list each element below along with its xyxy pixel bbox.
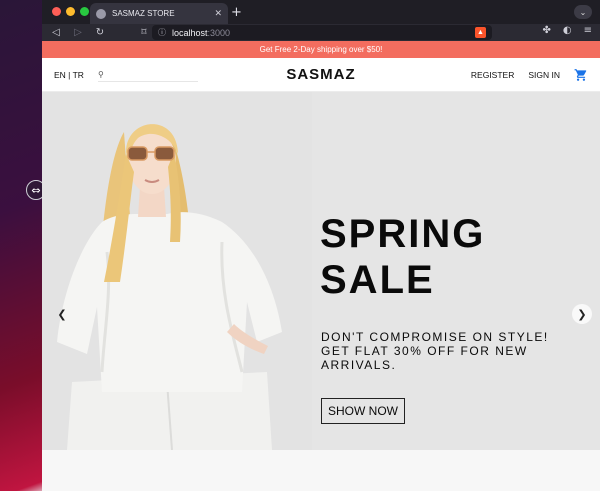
close-tab-icon[interactable]: ✕ — [214, 8, 222, 19]
new-tab-button[interactable]: + — [231, 5, 242, 20]
url-host: localhost — [172, 27, 208, 38]
site-header: EN | TR ⚲ SASMAZ REGISTER SIGN IN — [42, 58, 600, 92]
back-button[interactable]: ◁ — [50, 27, 62, 38]
reload-button[interactable]: ↻ — [94, 27, 106, 38]
chevron-left-icon: ❮ — [57, 307, 67, 321]
header-nav: REGISTER SIGN IN — [471, 68, 588, 82]
private-mode-icon[interactable]: ◐ — [563, 25, 572, 36]
extensions-icon[interactable]: ✤ — [542, 25, 550, 36]
promo-banner: Get Free 2-Day shipping over $50! — [42, 41, 600, 58]
hero-carousel: ❮ ❯ SPRING SALE DON'T COMPROMISE ON STYL… — [42, 92, 600, 450]
signin-link[interactable]: SIGN IN — [528, 70, 560, 80]
brave-shield-icon[interactable]: ▲ — [475, 27, 486, 38]
hero-subtitle: DON'T COMPROMISE ON STYLE! GET FLAT 30% … — [321, 330, 549, 372]
site-info-icon[interactable]: ⓘ — [158, 27, 166, 38]
tab-strip: SASMAZ STORE ✕ + ⌄ — [42, 0, 600, 24]
maximize-window-button[interactable] — [80, 7, 89, 16]
register-link[interactable]: REGISTER — [471, 70, 514, 80]
page-viewport: Get Free 2-Day shipping over $50! EN | T… — [42, 41, 600, 491]
chevron-right-icon: ❯ — [577, 307, 587, 321]
close-window-button[interactable] — [52, 7, 61, 16]
bookmark-icon[interactable]: ⌑ — [138, 27, 150, 38]
below-hero-section — [42, 450, 600, 491]
url-port: :3000 — [207, 27, 231, 38]
address-bar[interactable]: ⓘ localhost:3000 ▲ — [152, 25, 492, 40]
toolbar-right: ✤ ◐ ≡ — [542, 25, 592, 36]
language-switcher[interactable]: EN | TR — [54, 70, 84, 80]
menu-icon[interactable]: ≡ — [584, 25, 592, 36]
cart-icon[interactable] — [574, 68, 588, 82]
search-icon: ⚲ — [98, 70, 104, 79]
carousel-prev-button[interactable]: ❮ — [52, 304, 72, 324]
minimize-window-button[interactable] — [66, 7, 75, 16]
search-box[interactable]: ⚲ — [98, 68, 198, 82]
browser-window: SASMAZ STORE ✕ + ⌄ ◁ ▷ ↻ ⌑ ⓘ localhost:3… — [42, 0, 600, 491]
tab-list-button[interactable]: ⌄ — [574, 5, 592, 19]
tab-title: SASMAZ STORE — [112, 9, 175, 18]
hero-model-image — [42, 92, 312, 450]
browser-toolbar: ◁ ▷ ↻ ⌑ ⓘ localhost:3000 ▲ ✤ ◐ ≡ — [42, 24, 600, 41]
search-input[interactable] — [107, 70, 188, 79]
window-controls — [52, 7, 89, 16]
show-now-button[interactable]: SHOW NOW — [321, 398, 405, 424]
hero-title: SPRING SALE — [320, 212, 486, 302]
globe-icon — [96, 8, 106, 19]
tab-sasmaz-store[interactable]: SASMAZ STORE ✕ — [90, 3, 228, 24]
carousel-next-button[interactable]: ❯ — [572, 304, 592, 324]
forward-button[interactable]: ▷ — [72, 27, 84, 38]
